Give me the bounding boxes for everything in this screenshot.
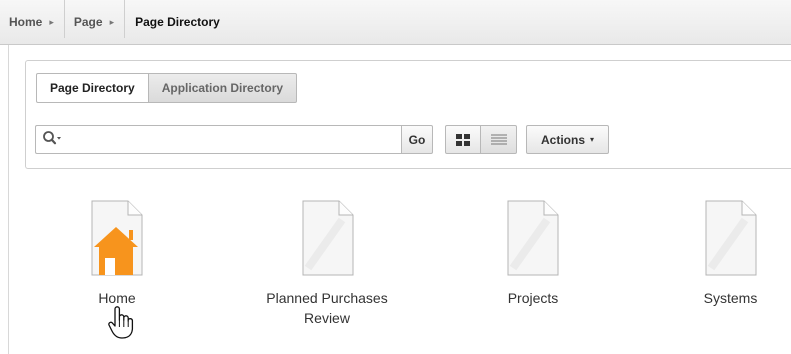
chevron-right-icon: ▸ [49, 16, 54, 27]
grid-view-button[interactable] [445, 125, 481, 154]
directory-switcher: Page Directory Application Directory [36, 73, 298, 103]
page-icon [705, 200, 756, 276]
tile-label: Systems [703, 290, 758, 306]
breadcrumb-label: Home [9, 15, 43, 29]
grid-icon [456, 133, 470, 146]
go-button[interactable]: Go [401, 125, 433, 154]
breadcrumb-item-page[interactable]: Page ▸ [65, 0, 126, 38]
breadcrumb: Home ▸ Page ▸ Page Directory [0, 0, 791, 45]
page-tile-projects[interactable]: Projects [462, 200, 604, 308]
tab-application-directory[interactable]: Application Directory [148, 73, 298, 103]
search-box [35, 125, 401, 154]
view-toggle [445, 125, 517, 154]
breadcrumb-item-home[interactable]: Home ▸ [0, 0, 65, 38]
home-page-icon [91, 200, 143, 276]
tile-label: Projects [507, 290, 559, 306]
actions-label: Actions [541, 132, 586, 147]
breadcrumb-label: Page [73, 15, 103, 29]
caret-down-icon: ▾ [590, 135, 595, 144]
page-tile-planned-purchases-review[interactable]: Planned Purchases Review [230, 200, 425, 328]
list-icon [490, 134, 507, 144]
page-tile-systems[interactable]: Systems [670, 200, 791, 308]
directory-panel: Page Directory Application Directory Go [25, 60, 791, 169]
search-input[interactable] [66, 127, 401, 152]
hand-pointer-icon [108, 306, 134, 339]
list-view-button[interactable] [481, 125, 517, 154]
region-divider [8, 45, 9, 354]
search-icon[interactable] [42, 130, 62, 149]
actions-menu-button[interactable]: Actions ▾ [526, 125, 610, 154]
chevron-right-icon: ▸ [109, 16, 115, 27]
tab-page-directory[interactable]: Page Directory [36, 73, 149, 103]
breadcrumb-label: Page Directory [135, 15, 220, 29]
page-icon [302, 200, 353, 276]
page-icon [507, 200, 559, 276]
breadcrumb-item-current: Page Directory [125, 0, 230, 38]
page-tile-home[interactable]: Home [60, 200, 174, 308]
tile-label: Planned Purchases Review [266, 290, 388, 326]
search-toolbar: Go Actions ▾ [35, 125, 610, 154]
